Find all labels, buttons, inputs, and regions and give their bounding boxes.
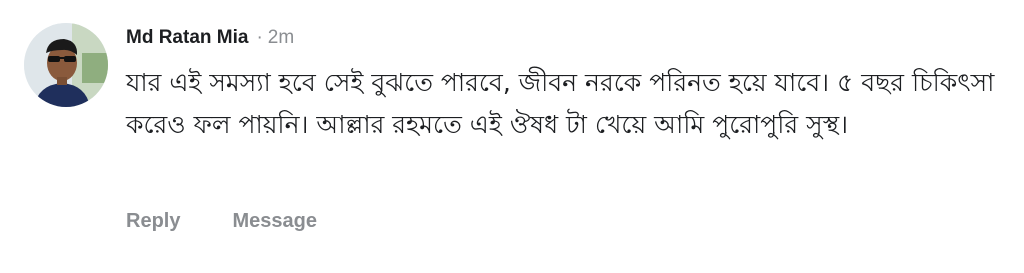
comment-actions: Reply Message [126,210,317,233]
comment-header: Md Ratan Mia · 2m [126,24,294,52]
comment-text: যার এই সমস্যা হবে সেই বুঝতে পারবে, জীবন … [126,68,995,139]
message-button[interactable]: Message [232,210,317,233]
reply-button[interactable]: Reply [126,210,180,233]
avatar[interactable] [24,23,108,107]
profile-photo-icon [24,23,108,107]
comment: Md Ratan Mia · 2m যার এই সমস্যা হবে সেই … [0,0,1024,273]
separator-dot: · [256,27,263,48]
timestamp[interactable]: 2m [268,27,294,49]
author-name[interactable]: Md Ratan Mia [126,27,248,49]
